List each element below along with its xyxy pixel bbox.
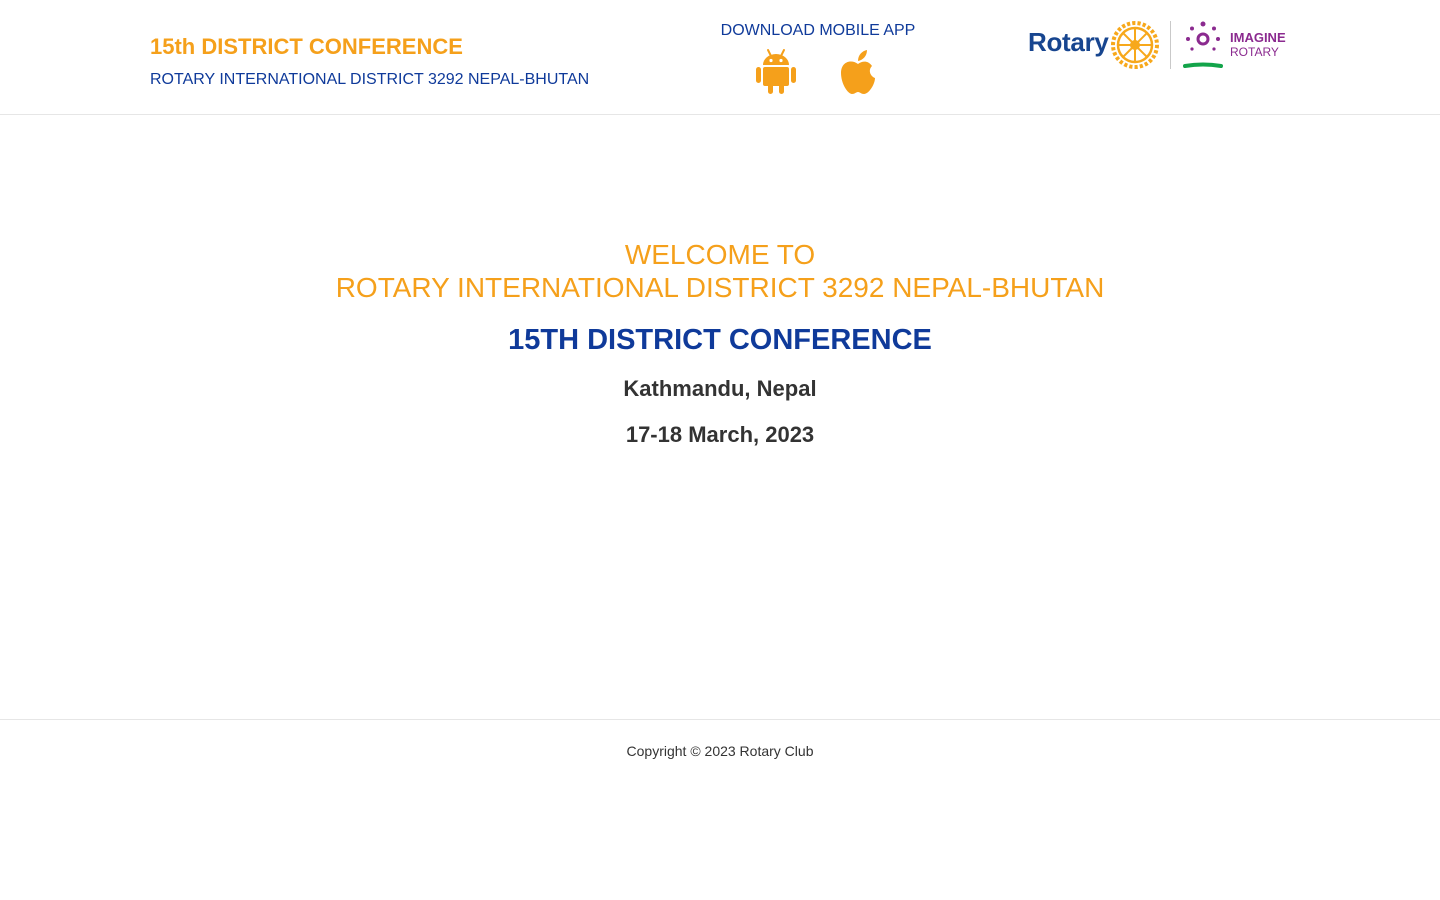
site-title[interactable]: 15th DISTRICT CONFERENCE (150, 34, 463, 60)
welcome-section: WELCOME TO ROTARY INTERNATIONAL DISTRICT… (0, 115, 1440, 719)
apple-icon[interactable] (838, 48, 878, 96)
imagine-rotary-text: ROTARY (1230, 45, 1279, 59)
download-app-section: DOWNLOAD MOBILE APP (712, 22, 924, 100)
site-subtitle: ROTARY INTERNATIONAL DISTRICT 3292 NEPAL… (150, 71, 590, 88)
partner-logos: Rotary IMAGINE ROTARY (1026, 18, 1292, 72)
event-date: 17-18 March, 2023 (625, 422, 815, 447)
logo-divider (1170, 21, 1171, 69)
android-icon[interactable] (756, 48, 796, 96)
event-location: Kathmandu, Nepal (623, 376, 817, 401)
rotary-wheel-icon (1111, 21, 1159, 69)
rotary-logo-text: Rotary (1028, 27, 1109, 57)
welcome-heading: WELCOME TO (624, 239, 816, 270)
imagine-logo-text: IMAGINE (1230, 30, 1286, 45)
site-footer: Copyright © 2023 Rotary Club (0, 719, 1440, 900)
app-store-links (712, 48, 924, 100)
copyright-text: Copyright © 2023 Rotary Club (626, 743, 814, 759)
welcome-district-name: ROTARY INTERNATIONAL DISTRICT 3292 NEPAL… (335, 272, 1105, 303)
imagine-rotary-icon (1183, 21, 1223, 68)
site-header: 15th DISTRICT CONFERENCE ROTARY INTERNAT… (0, 0, 1440, 115)
download-app-heading: DOWNLOAD MOBILE APP (720, 22, 916, 39)
conference-title: 15TH DISTRICT CONFERENCE (508, 324, 932, 356)
